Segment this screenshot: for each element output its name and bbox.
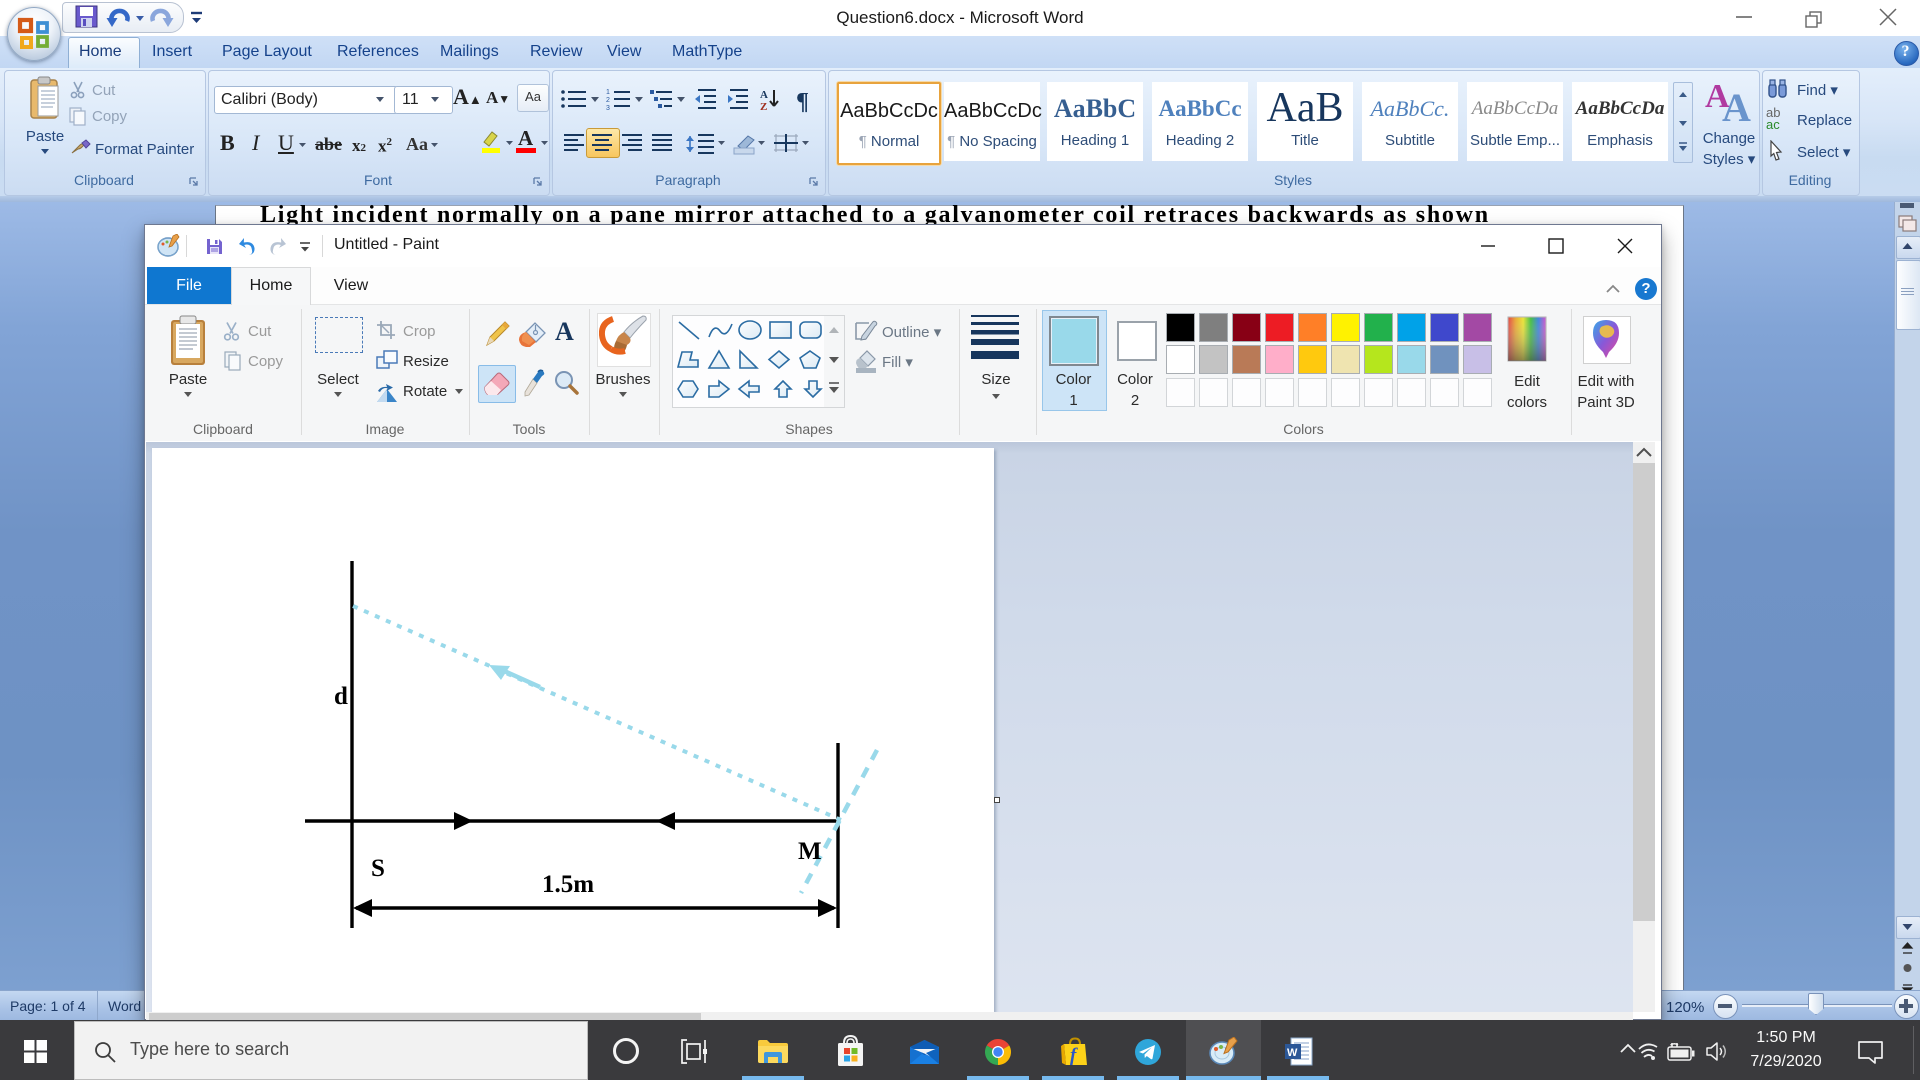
svg-text:¶: ¶ [796, 89, 809, 115]
svg-text:M: M [798, 838, 822, 865]
svg-text:1.5m: 1.5m [542, 871, 594, 898]
svg-text:2: 2 [606, 97, 610, 104]
svg-text:3: 3 [606, 105, 610, 112]
svg-text:d: d [334, 683, 348, 710]
svg-text:W: W [1287, 1047, 1298, 1059]
svg-text:A: A [760, 89, 768, 101]
svg-text:1: 1 [606, 89, 610, 96]
svg-text:Z: Z [760, 101, 767, 113]
svg-text:S: S [371, 855, 385, 882]
